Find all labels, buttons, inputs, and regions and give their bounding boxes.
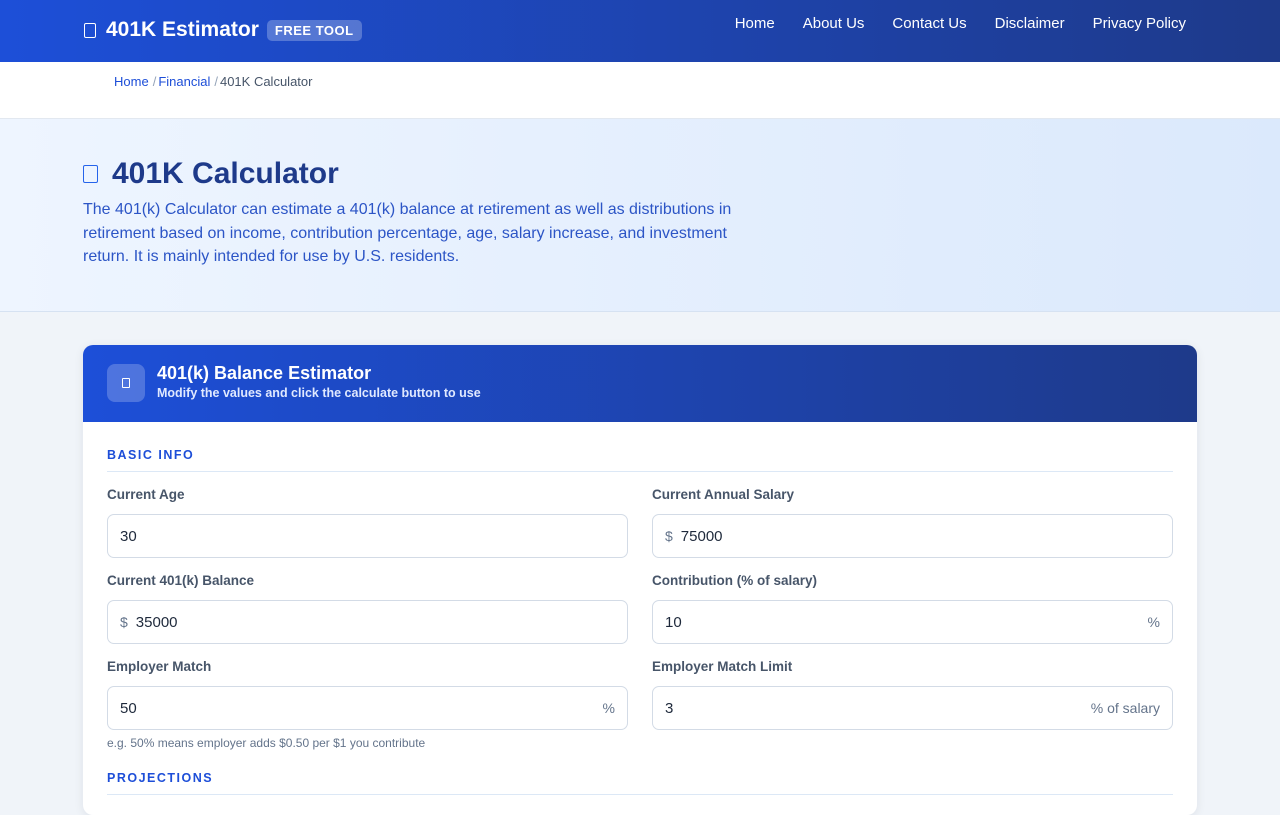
annual-salary-value: 75000 bbox=[680, 527, 723, 545]
field-contribution: Contribution (% of salary) 10 % bbox=[652, 573, 1173, 644]
balance-value: 35000 bbox=[135, 613, 178, 631]
nav-link-privacy-policy[interactable]: Privacy Policy bbox=[1093, 15, 1186, 32]
dollar-prefix: $ bbox=[120, 614, 128, 630]
brand-logo-icon bbox=[84, 22, 96, 38]
section-divider bbox=[107, 794, 1173, 795]
contribution-label: Contribution (% of salary) bbox=[652, 573, 817, 588]
card-header: 401(k) Balance Estimator Modify the valu… bbox=[83, 345, 1197, 422]
calculator-card: 401(k) Balance Estimator Modify the valu… bbox=[83, 345, 1197, 815]
contribution-value: 10 bbox=[665, 613, 682, 631]
balance-input[interactable]: $ 35000 bbox=[107, 600, 628, 644]
balance-label: Current 401(k) Balance bbox=[107, 573, 255, 588]
card-title: 401(k) Balance Estimator bbox=[157, 363, 372, 383]
annual-salary-input[interactable]: $ 75000 bbox=[652, 514, 1173, 558]
calculator-icon bbox=[83, 165, 98, 183]
percent-of-salary-suffix: % of salary bbox=[1090, 700, 1160, 716]
field-annual-salary: Current Annual Salary $ 75000 bbox=[652, 487, 1173, 558]
current-age-value: 30 bbox=[120, 527, 137, 545]
nav-link-disclaimer[interactable]: Disclaimer bbox=[995, 15, 1065, 32]
field-match-limit: Employer Match Limit 3 % of salary bbox=[652, 659, 1173, 730]
annual-salary-label: Current Annual Salary bbox=[652, 487, 795, 502]
breadcrumb-separator: / bbox=[152, 74, 157, 89]
breadcrumb-current: 401K Calculator bbox=[219, 74, 313, 89]
field-current-age: Current Age 30 bbox=[107, 487, 628, 558]
section-divider bbox=[107, 471, 1173, 472]
estimator-icon bbox=[122, 378, 130, 388]
brand-name: 401K Estimator bbox=[106, 18, 259, 41]
brand[interactable]: 401K Estimator FREE TOOL bbox=[84, 18, 362, 42]
employer-match-value: 50 bbox=[120, 699, 137, 717]
match-limit-label: Employer Match Limit bbox=[652, 659, 793, 674]
hero-section: 401K Calculator The 401(k) Calculator ca… bbox=[0, 119, 1280, 312]
free-tool-badge: FREE TOOL bbox=[266, 19, 362, 41]
page-description: The 401(k) Calculator can estimate a 401… bbox=[83, 201, 732, 265]
current-age-input[interactable]: 30 bbox=[107, 514, 628, 558]
percent-suffix: % bbox=[1147, 614, 1160, 630]
match-limit-value: 3 bbox=[665, 699, 674, 717]
employer-match-input[interactable]: 50 % bbox=[107, 686, 628, 730]
contribution-input[interactable]: 10 % bbox=[652, 600, 1173, 644]
dollar-prefix: $ bbox=[665, 528, 673, 544]
card-subtitle: Modify the values and click the calculat… bbox=[157, 386, 481, 400]
field-employer-match: Employer Match 50 % e.g. 50% means emplo… bbox=[107, 659, 628, 750]
nav-link-contact-us[interactable]: Contact Us bbox=[892, 15, 966, 32]
breadcrumb-bar: Home / Financial / 401K Calculator bbox=[0, 62, 1280, 119]
percent-suffix: % bbox=[602, 700, 615, 716]
breadcrumb: Home / Financial / 401K Calculator bbox=[114, 74, 312, 89]
nav-link-about-us[interactable]: About Us bbox=[803, 15, 865, 32]
section-label-projections: PROJECTIONS bbox=[107, 771, 214, 785]
main-nav: Home About Us Contact Us Disclaimer Priv… bbox=[707, 15, 1186, 32]
field-401k-balance: Current 401(k) Balance $ 35000 bbox=[107, 573, 628, 644]
breadcrumb-home-link[interactable]: Home bbox=[114, 74, 149, 89]
page-title-text: 401K Calculator bbox=[112, 157, 339, 190]
breadcrumb-financial-link[interactable]: Financial bbox=[158, 74, 210, 89]
breadcrumb-separator: / bbox=[214, 74, 218, 89]
page-title: 401K Calculator bbox=[83, 157, 339, 191]
match-limit-input[interactable]: 3 % of salary bbox=[652, 686, 1173, 730]
employer-match-hint: e.g. 50% means employer adds $0.50 per $… bbox=[107, 736, 426, 750]
employer-match-label: Employer Match bbox=[107, 659, 212, 674]
current-age-label: Current Age bbox=[107, 487, 185, 502]
nav-link-home[interactable]: Home bbox=[735, 15, 775, 32]
section-label-basic-info: BASIC INFO bbox=[107, 448, 195, 462]
card-icon-box bbox=[107, 364, 145, 402]
top-navbar: 401K Estimator FREE TOOL Home About Us C… bbox=[0, 0, 1280, 62]
